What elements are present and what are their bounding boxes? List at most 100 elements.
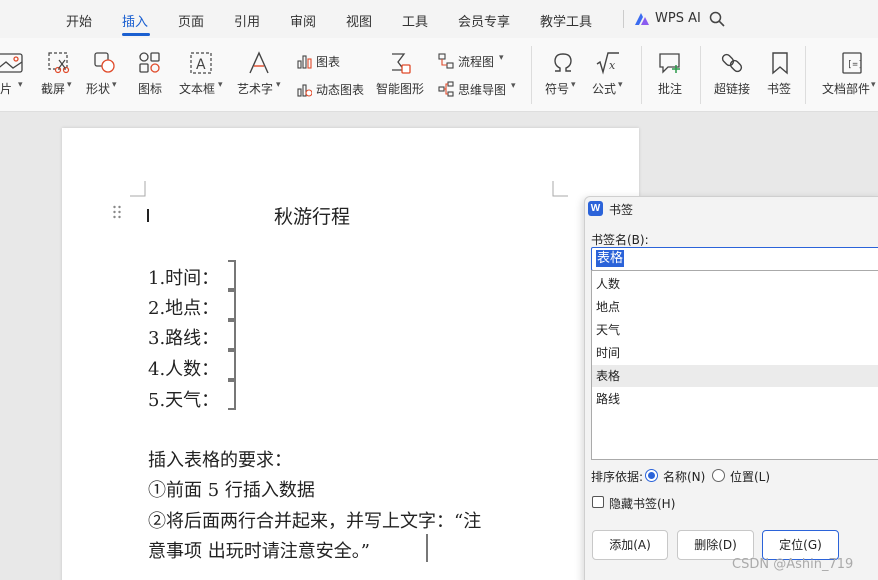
picture-label: 图片 [0,82,13,96]
bookmark-marker [228,380,236,410]
active-tab-indicator [122,33,150,36]
tab-member[interactable]: 会员专享 [458,11,510,30]
list-item[interactable]: 天气 [592,319,878,341]
svg-text:x: x [609,59,616,72]
chevron-down-icon: ▾ [871,80,876,90]
chevron-down-icon: ▾ [511,81,516,91]
chevron-down-icon: ▾ [618,80,623,90]
ribbon-toolbar: 图片 ▾ 截屏 ▾ 形状 ▾ 图标 A [0,38,878,112]
tab-page[interactable]: 页面 [178,11,204,30]
mindmap-label: 思维导图 [458,83,507,97]
chevron-down-icon: ▾ [112,80,117,90]
document-title[interactable]: 秋游行程 [274,202,350,229]
bookmark-marker [424,534,428,562]
sort-by-position-radio[interactable] [712,469,725,482]
list-item-weather[interactable]: 5.天气： [148,386,219,412]
wps-ai-icon[interactable] [633,11,651,27]
sort-by-name-radio[interactable] [645,469,658,482]
bookmark-name-value[interactable]: 表格 [596,250,625,267]
dynamic-chart-label: 动态图表 [316,83,365,97]
link-icon [721,53,743,73]
formula-label: 公式 [592,82,617,96]
bookmark-marker [228,290,236,320]
search-icon[interactable] [708,10,726,28]
add-button[interactable]: 添加(A) [592,530,668,560]
watermark-text: CSDN @Ashin_719 [732,557,854,572]
chevron-down-icon: ▾ [67,80,72,90]
bookmark-name-label: 书签名(B): [591,233,649,247]
tab-insert[interactable]: 插入 [122,11,148,30]
list-item-time[interactable]: 1.时间： [148,264,219,290]
wps-ai-button[interactable]: WPS AI [655,11,701,26]
doc-parts-icon: [=] [842,52,863,74]
list-item[interactable]: 地点 [592,296,878,318]
smart-graphic-icon [392,53,411,74]
paragraph-drag-handle-icon[interactable] [112,205,122,219]
textbox-label: 文本框 [179,82,216,96]
requirement-line-2[interactable]: ②将后面两行合并起来，并写上文字：“注 [148,507,481,533]
list-item-route[interactable]: 3.路线： [148,324,219,350]
ribbon-divider [700,46,701,104]
dialog-title: 书签 [609,203,634,217]
doc-parts-label: 文档部件 [822,82,871,96]
goto-button[interactable]: 定位(G) [762,530,839,560]
hide-bookmarks-checkbox[interactable] [592,496,604,508]
flowchart-label: 流程图 [458,55,495,69]
mindmap-icon [438,81,454,97]
list-item-location[interactable]: 2.地点： [148,294,219,320]
chevron-down-icon: ▾ [218,80,223,90]
icons-grid-icon [139,52,160,73]
bookmark-label: 书签 [767,82,792,96]
bookmark-name-input[interactable] [591,247,878,271]
wordart-label: 艺术字 [237,82,274,96]
shape-icon [94,52,115,73]
chevron-down-icon: ▾ [18,80,23,90]
sort-by-label: 排序依据: [591,470,644,484]
bookmark-icon [772,52,788,75]
flowchart-icon [438,53,454,69]
menu-bar: 开始 插入 页面 引用 审阅 视图 工具 会员专享 教学工具 WPS AI [0,0,878,38]
chart-label: 图表 [316,55,341,69]
picture-icon [0,53,23,73]
ribbon-divider [531,46,532,104]
symbol-label: 符号 [545,82,570,96]
wordart-icon [249,51,269,74]
tab-tools[interactable]: 工具 [402,11,428,30]
list-item[interactable]: 路线 [592,388,878,410]
requirement-line-3[interactable]: 意事项 出玩时请注意安全。” [148,537,370,563]
requirement-line-1[interactable]: ①前面 5 行插入数据 [148,476,315,502]
shape-label: 形状 [86,82,111,96]
textbox-icon: A [190,52,212,74]
tab-references[interactable]: 引用 [234,11,260,30]
bookmark-marker [228,320,236,350]
tab-home[interactable]: 开始 [66,11,92,30]
chevron-down-icon: ▾ [571,80,576,90]
list-item-selected[interactable]: 表格 [592,365,878,387]
bookmark-marker [228,350,236,380]
hide-bookmarks-label[interactable]: 隐藏书签(H) [609,495,675,512]
list-item-count[interactable]: 4.人数： [148,355,219,381]
dynamic-chart-icon [297,84,312,97]
svg-text:[=]: [=] [847,60,863,70]
tab-view[interactable]: 视图 [346,11,372,30]
ribbon-divider [641,46,642,104]
chevron-down-icon: ▾ [499,53,504,63]
sort-by-position-label[interactable]: 位置(L) [730,468,770,485]
list-item[interactable]: 时间 [592,342,878,364]
comment-icon [659,53,680,74]
scissors-icon [48,52,70,74]
formula-icon: x [596,52,619,75]
text-cursor [147,209,149,222]
tab-teaching-tools[interactable]: 教学工具 [540,11,592,30]
delete-button[interactable]: 删除(D) [677,530,754,560]
page-corner-mark [552,181,568,197]
smart-graphic-label: 智能图形 [376,82,425,96]
requirement-heading[interactable]: 插入表格的要求： [148,446,292,472]
svg-text:A: A [196,57,206,73]
ribbon-divider [805,46,806,104]
page-corner-mark [130,181,146,197]
list-item[interactable]: 人数 [592,273,878,295]
tab-review[interactable]: 审阅 [290,11,316,30]
sort-by-name-label[interactable]: 名称(N) [663,468,705,485]
wps-writer-icon: W [588,201,603,216]
